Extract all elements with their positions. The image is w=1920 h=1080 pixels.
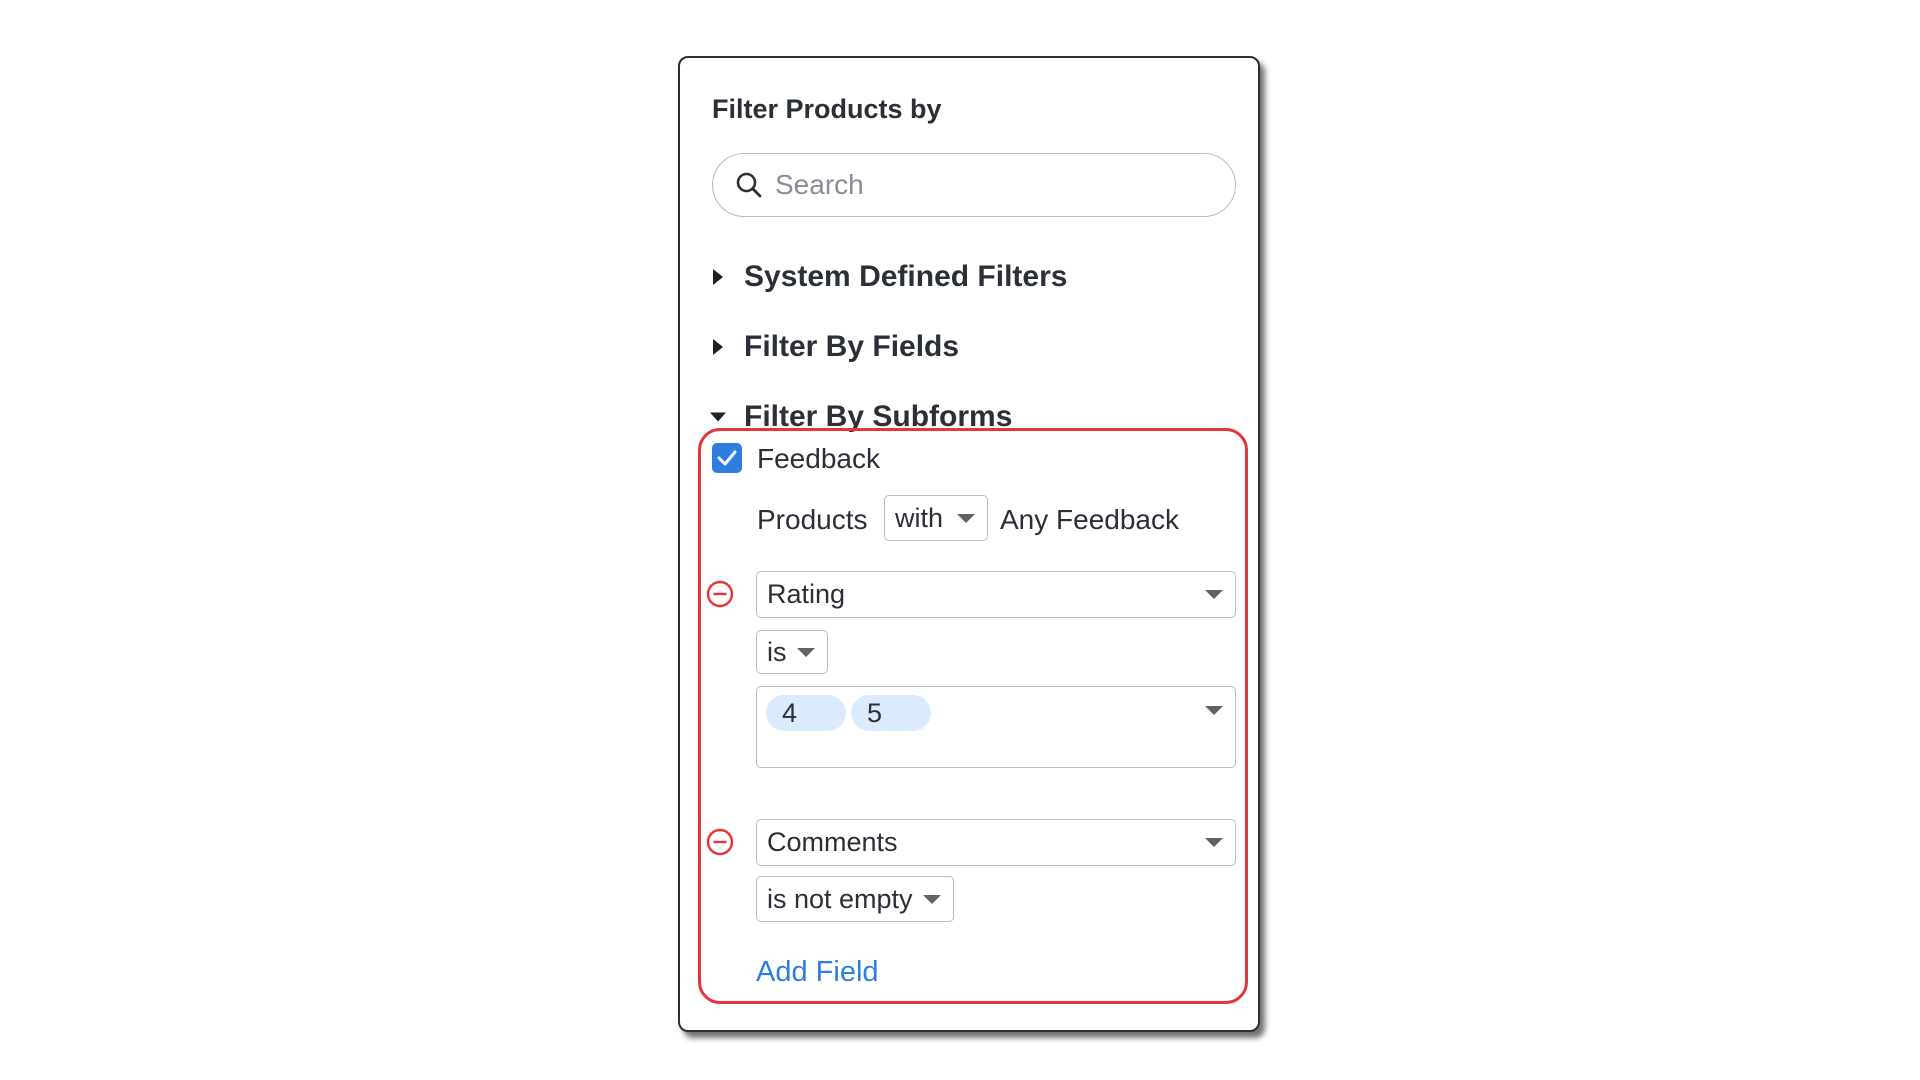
minus-circle-icon[interactable] — [706, 828, 734, 856]
panel-title: Filter Products by — [712, 94, 942, 124]
condition-prefix: Products — [757, 504, 868, 535]
chevron-down-icon — [957, 513, 975, 523]
criteria-field-select[interactable]: Rating — [756, 571, 1236, 618]
value-chip[interactable]: 5 — [851, 695, 931, 731]
select-value: is not empty — [767, 883, 913, 914]
search-input[interactable] — [773, 168, 1197, 202]
search-icon — [733, 169, 765, 201]
checkmark-icon — [717, 450, 737, 466]
section-label: Filter By Fields — [744, 330, 960, 363]
chevron-down-icon — [797, 647, 815, 657]
select-value: Rating — [767, 579, 846, 609]
caret-right-icon — [710, 269, 726, 285]
caret-down-icon — [710, 409, 726, 425]
section-system-defined-filters[interactable]: System Defined Filters — [710, 260, 1067, 294]
feedback-checkbox[interactable] — [712, 443, 742, 473]
search-box[interactable] — [712, 153, 1236, 217]
criteria-operator-select[interactable]: is not empty — [756, 876, 954, 922]
caret-right-icon — [710, 339, 726, 355]
add-field-link[interactable]: Add Field — [756, 956, 879, 989]
select-value: is — [767, 636, 787, 667]
filter-panel: Filter Products by System Defined Filter… — [678, 56, 1260, 1032]
minus-circle-icon[interactable] — [706, 580, 734, 608]
select-value: Comments — [767, 827, 898, 857]
chevron-down-icon — [1205, 706, 1223, 715]
chevron-down-icon — [1205, 590, 1223, 599]
select-value: with — [895, 502, 944, 533]
chevron-down-icon — [1205, 838, 1223, 847]
criteria-operator-select[interactable]: is — [756, 630, 828, 674]
chevron-down-icon — [923, 894, 941, 904]
section-label: System Defined Filters — [744, 260, 1068, 293]
section-filter-by-fields[interactable]: Filter By Fields — [710, 330, 959, 364]
condition-operator-select[interactable]: with — [884, 495, 988, 541]
feedback-checkbox-label: Feedback — [757, 443, 880, 474]
condition-suffix: Any Feedback — [1000, 504, 1179, 535]
value-chip[interactable]: 4 — [766, 695, 846, 731]
criteria-field-select[interactable]: Comments — [756, 819, 1236, 866]
